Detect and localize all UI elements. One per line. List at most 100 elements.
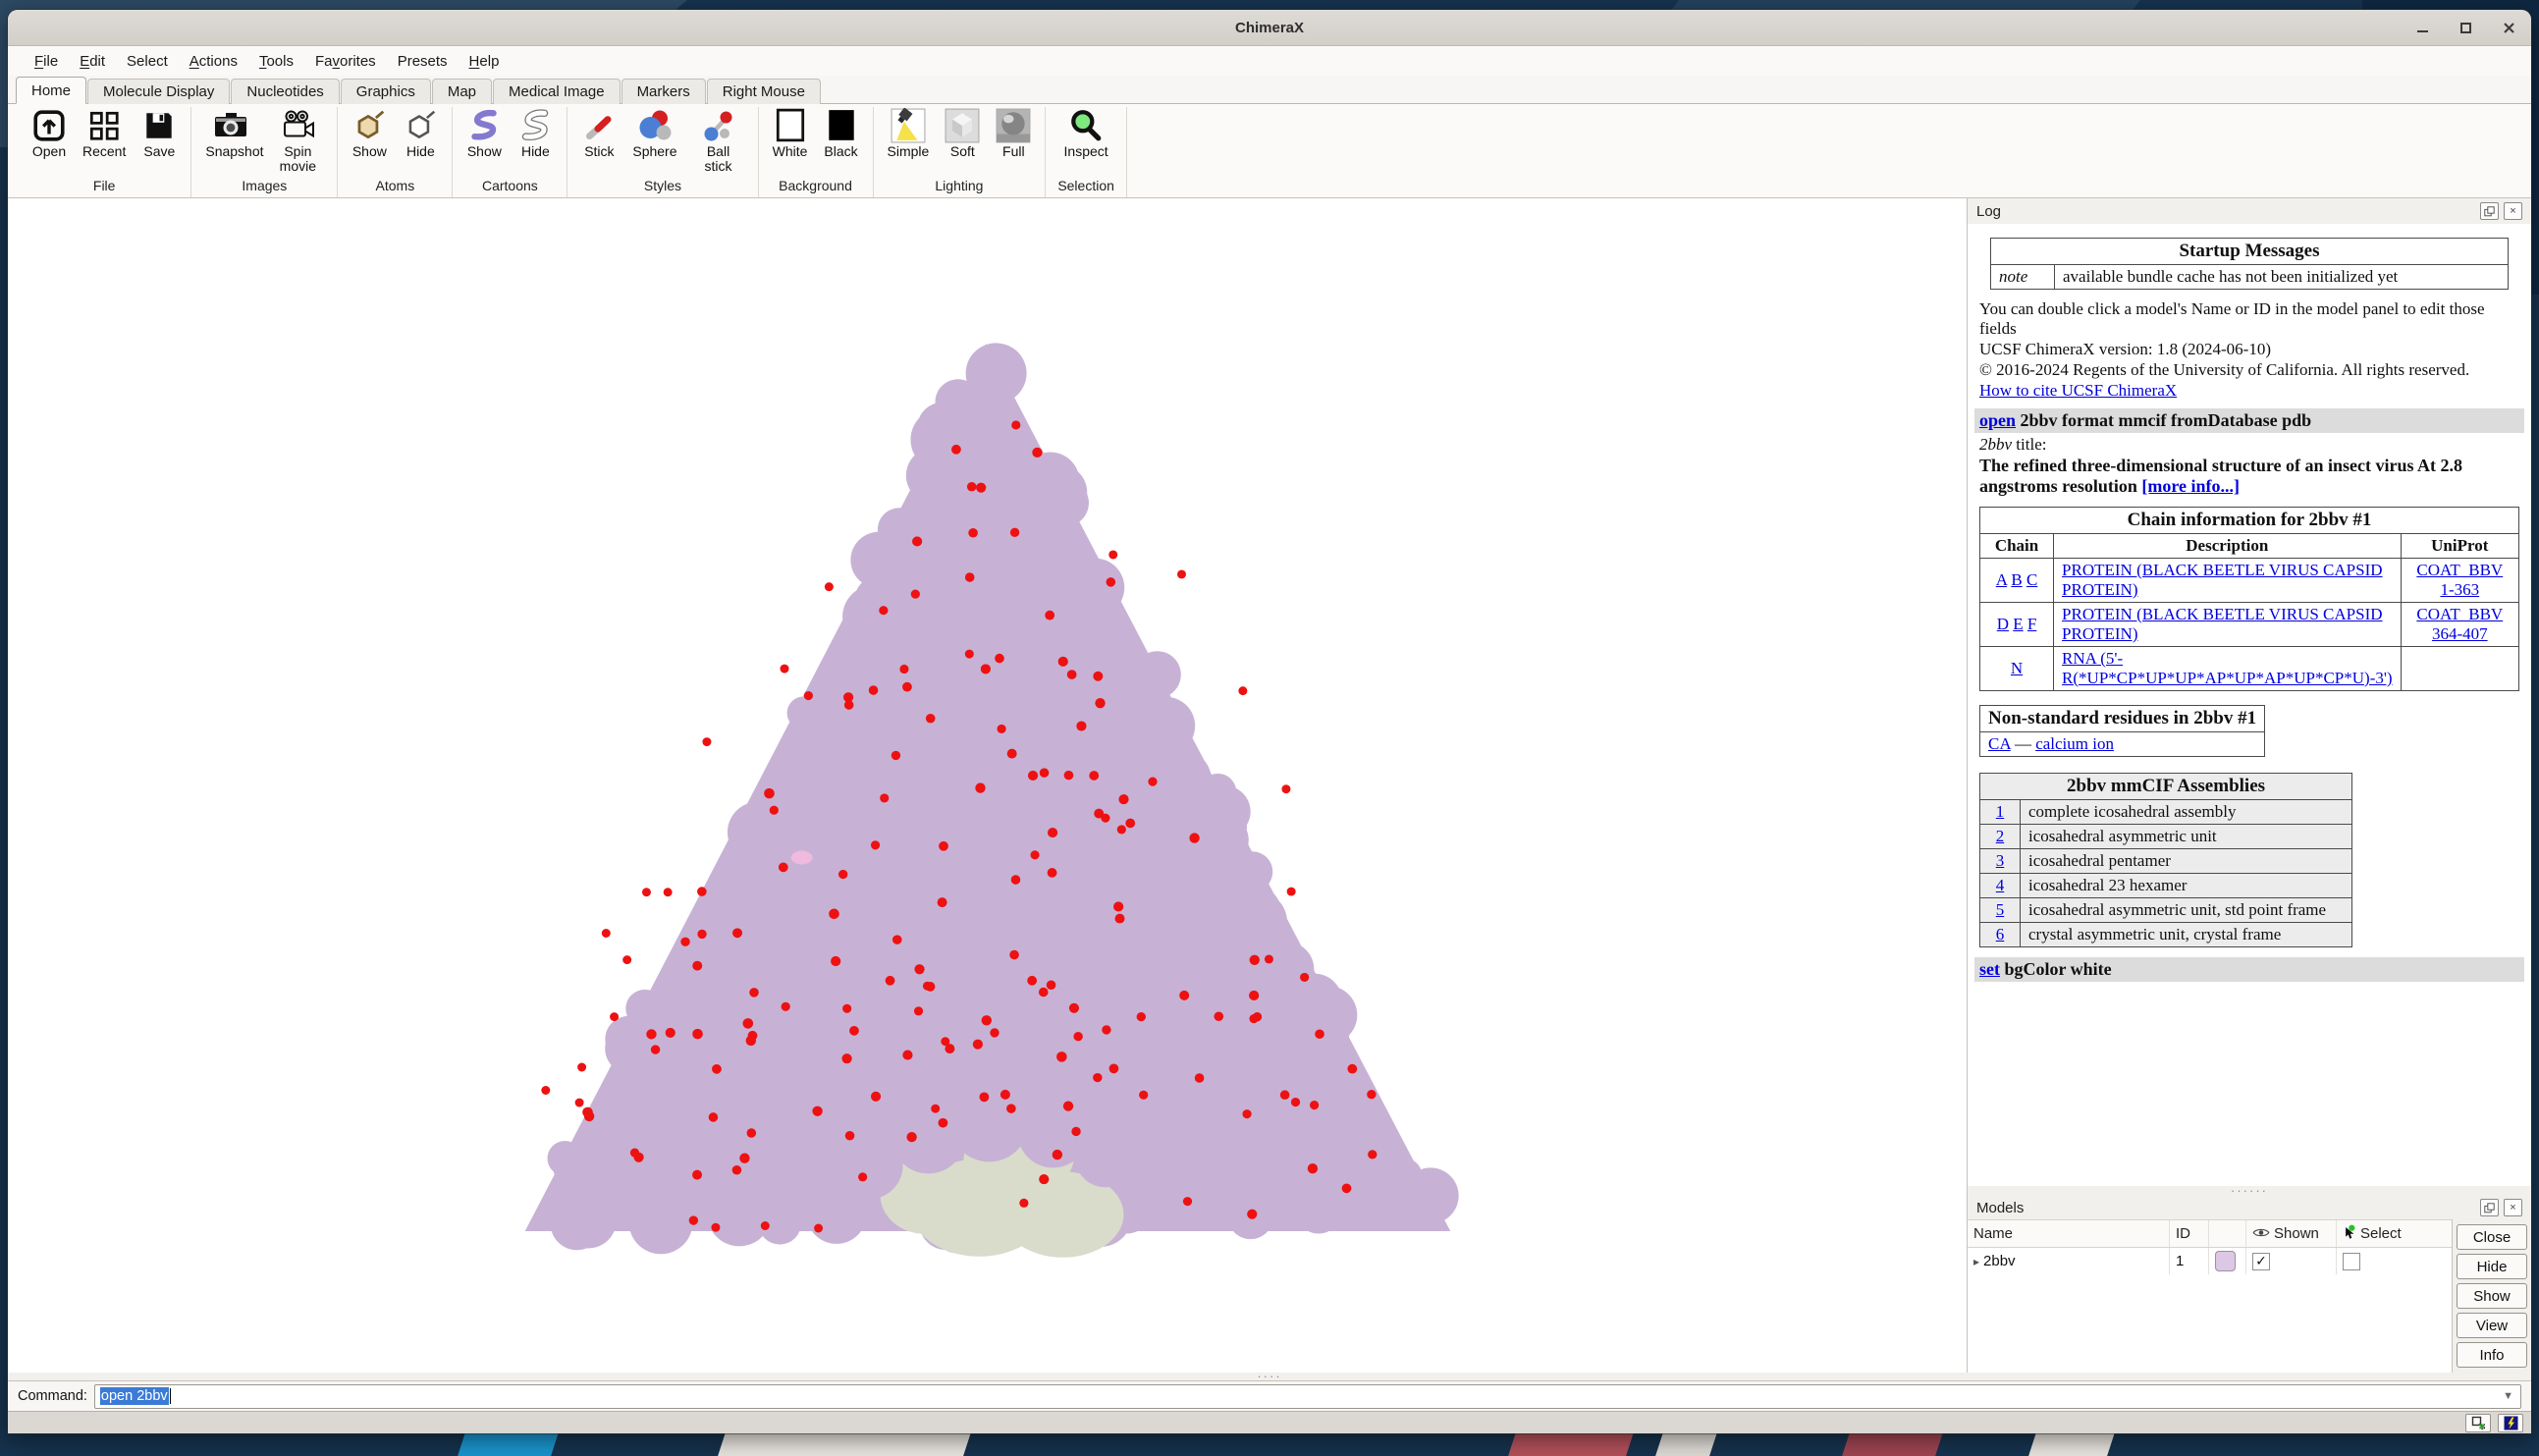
menu-item-file[interactable]: File xyxy=(24,49,69,74)
menu-item-favorites[interactable]: Favorites xyxy=(304,49,387,74)
toolbar-styles-sphere-button[interactable]: Sphere xyxy=(630,107,678,160)
chain-description-cell: RNA (5'-R(*UP*CP*UP*UP*AP*UP*AP*UP*CP*U)… xyxy=(2054,647,2402,691)
main-area: Log × Startup Messagesnoteavailable bund… xyxy=(8,198,2531,1373)
tab-map[interactable]: Map xyxy=(432,79,492,104)
select-checkbox[interactable] xyxy=(2343,1253,2360,1270)
residue-name-link[interactable]: calcium ion xyxy=(2035,734,2114,753)
expand-icon[interactable]: ▸ xyxy=(1973,1255,1979,1268)
model-color-swatch[interactable] xyxy=(2215,1251,2236,1271)
toolbar-lighting-soft-button[interactable]: Soft xyxy=(943,107,982,160)
toolbar-lighting-simple-button[interactable]: Simple xyxy=(886,107,932,160)
toolbar-lighting-full-button[interactable]: Full xyxy=(994,107,1033,160)
toolbar-background-black-button[interactable]: Black xyxy=(822,107,861,160)
open-command-link[interactable]: open xyxy=(1979,410,2016,430)
chain-description-link[interactable]: PROTEIN (BLACK BEETLE VIRUS CAPSID PROTE… xyxy=(2062,561,2382,599)
toolbar-cartoons-hide-button[interactable]: Hide xyxy=(515,107,555,160)
menu-item-help[interactable]: Help xyxy=(459,49,511,74)
assembly-link[interactable]: 4 xyxy=(1996,876,2005,894)
close-panel-icon[interactable]: × xyxy=(2504,1199,2522,1216)
toolbar-file-save-button[interactable]: Save xyxy=(139,107,179,160)
chain-link[interactable]: N xyxy=(2011,659,2023,677)
assembly-id-cell: 3 xyxy=(1980,849,2021,874)
toolbar-background-white-button[interactable]: White xyxy=(771,107,810,160)
quick-start-button[interactable] xyxy=(2498,1414,2523,1432)
assemblies-title: 2bbv mmCIF Assemblies xyxy=(1980,774,2352,800)
tab-nucleotides[interactable]: Nucleotides xyxy=(231,79,339,104)
models-buttons: Close Hide Show View Info xyxy=(2452,1219,2531,1373)
command-splitter[interactable]: ···· xyxy=(8,1373,2531,1380)
menu-item-select[interactable]: Select xyxy=(116,49,179,74)
chain-link[interactable]: B xyxy=(2011,570,2022,589)
menu-item-presets[interactable]: Presets xyxy=(387,49,459,74)
chain-link[interactable]: F xyxy=(2027,615,2036,633)
uniprot-link[interactable]: COAT_BBV 1-363 xyxy=(2416,561,2503,599)
cite-chimerax-link[interactable]: How to cite UCSF ChimeraX xyxy=(1979,381,2177,400)
chain-link[interactable]: D xyxy=(1997,615,2009,633)
chain-link[interactable]: E xyxy=(2013,615,2023,633)
maximize-icon[interactable] xyxy=(2457,19,2474,36)
tab-home[interactable]: Home xyxy=(16,77,86,104)
assembly-link[interactable]: 6 xyxy=(1996,925,2005,944)
set-command-link[interactable]: set xyxy=(1979,959,2000,979)
startup-messages-title: Startup Messages xyxy=(1991,239,2509,265)
uniprot-link[interactable]: COAT_BBV 364-407 xyxy=(2416,605,2503,643)
log-info-line: UCSF ChimeraX version: 1.8 (2024-06-10) xyxy=(1979,340,2519,359)
close-panel-icon[interactable]: × xyxy=(2504,202,2522,220)
panel-splitter[interactable]: ······ xyxy=(1968,1186,2531,1196)
toolbar-atoms-show-button[interactable]: Show xyxy=(350,107,389,160)
menu-item-actions[interactable]: Actions xyxy=(179,49,248,74)
assembly-link[interactable]: 1 xyxy=(1996,802,2005,821)
toolbar-images-snapshot-button[interactable]: Snapshot xyxy=(203,107,258,160)
chain-description-link[interactable]: PROTEIN (BLACK BEETLE VIRUS CAPSID PROTE… xyxy=(2062,605,2382,643)
tab-graphics[interactable]: Graphics xyxy=(341,79,431,104)
recent-icon xyxy=(86,108,122,143)
undock-icon[interactable] xyxy=(2480,202,2499,220)
assembly-label-cell: crystal asymmetric unit, crystal frame xyxy=(2021,923,2352,947)
command-input[interactable]: open 2bbv ▼ xyxy=(94,1384,2521,1409)
tab-medical-image[interactable]: Medical Image xyxy=(493,79,621,104)
tab-markers[interactable]: Markers xyxy=(621,79,706,104)
tab-right-mouse[interactable]: Right Mouse xyxy=(707,79,821,104)
chain-ids-cell: N xyxy=(1980,647,2054,691)
undock-icon[interactable] xyxy=(2480,1199,2499,1216)
graphics-viewport[interactable] xyxy=(8,198,1967,1373)
resize-graphics-button[interactable] xyxy=(2465,1414,2491,1432)
shown-checkbox[interactable]: ✓ xyxy=(2252,1253,2270,1270)
chain-description-link[interactable]: RNA (5'-R(*UP*CP*UP*UP*AP*UP*AP*UP*CP*U)… xyxy=(2062,649,2393,687)
title-bar[interactable]: ChimeraX xyxy=(8,10,2531,46)
text-caret xyxy=(170,1388,171,1404)
assembly-link[interactable]: 2 xyxy=(1996,827,2005,845)
toolbar-styles-ball-stick-button[interactable]: Ball stick xyxy=(691,107,746,175)
more-info-link[interactable]: [more info...] xyxy=(2141,476,2240,496)
chain-link[interactable]: C xyxy=(2026,570,2037,589)
toolbar-images-spin-movie-button[interactable]: Spin movie xyxy=(270,107,325,175)
model-id-cell[interactable]: 1 xyxy=(2170,1248,2209,1274)
models-close-button[interactable]: Close xyxy=(2457,1224,2527,1250)
menu-item-edit[interactable]: Edit xyxy=(69,49,116,74)
toolbar-file-open-button[interactable]: Open xyxy=(29,107,69,160)
toolbar-selection-inspect-button[interactable]: Inspect xyxy=(1062,107,1110,160)
toolbar-atoms-hide-button[interactable]: Hide xyxy=(401,107,440,160)
models-hide-button[interactable]: Hide xyxy=(2457,1254,2527,1279)
menu-item-tools[interactable]: Tools xyxy=(248,49,304,74)
model-name-cell[interactable]: ▸ 2bbv xyxy=(1968,1248,2170,1274)
close-icon[interactable] xyxy=(2500,19,2517,36)
toolbar-file-recent-button[interactable]: Recent xyxy=(81,107,128,160)
wallpaper-shape xyxy=(458,1432,559,1456)
models-info-button[interactable]: Info xyxy=(2457,1342,2527,1368)
tab-molecule-display[interactable]: Molecule Display xyxy=(87,79,230,104)
black-bg-icon xyxy=(824,108,859,143)
models-view-button[interactable]: View xyxy=(2457,1313,2527,1338)
command-history-dropdown-icon[interactable]: ▼ xyxy=(2503,1390,2515,1402)
window-controls xyxy=(2413,10,2517,45)
toolbar-styles-stick-button[interactable]: Stick xyxy=(579,107,619,160)
chain-link[interactable]: A xyxy=(1996,570,2007,589)
wallpaper-shape xyxy=(2028,1432,2115,1456)
minimize-icon[interactable] xyxy=(2413,19,2431,36)
residue-link[interactable]: CA xyxy=(1988,734,2011,753)
toolbar-group-images: SnapshotSpin movieImages xyxy=(191,107,338,197)
assembly-link[interactable]: 3 xyxy=(1996,851,2005,870)
assembly-link[interactable]: 5 xyxy=(1996,900,2005,919)
toolbar-cartoons-show-button[interactable]: Show xyxy=(464,107,504,160)
models-show-button[interactable]: Show xyxy=(2457,1283,2527,1309)
